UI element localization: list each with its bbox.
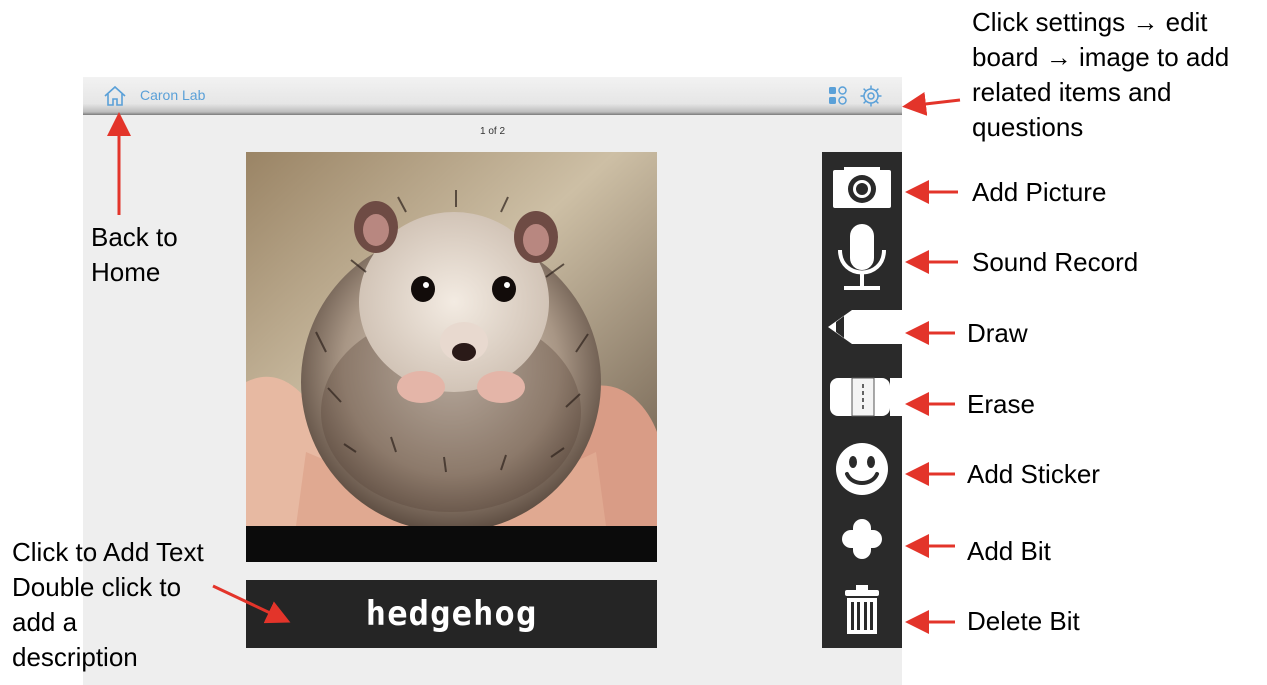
boards-grid-icon[interactable] xyxy=(827,85,849,107)
add-text-note-line: Click to Add Text xyxy=(12,537,204,567)
add-bit-note: Add Bit xyxy=(967,536,1051,566)
add-text-note-line: Double click to xyxy=(12,572,182,602)
app-window: Caron Lab 1 of 2 hedgehog xyxy=(83,77,902,685)
hedgehog-photo xyxy=(246,152,657,532)
add-bit-button[interactable] xyxy=(822,517,902,561)
add-sticker-button[interactable] xyxy=(822,442,902,496)
trash-icon xyxy=(845,585,879,634)
smiley-icon xyxy=(836,443,888,495)
word-label: hedgehog xyxy=(365,594,538,634)
top-bar: Caron Lab xyxy=(83,77,902,115)
back-home-note-line: Home xyxy=(91,257,161,287)
photo-caption-strip xyxy=(246,526,657,562)
delete-bit-button[interactable] xyxy=(822,584,902,636)
tool-sidebar xyxy=(822,152,902,648)
page-indicator: 1 of 2 xyxy=(479,126,506,137)
back-home-note-line: Back to xyxy=(91,222,178,252)
settings-note-line: board → image to add xyxy=(972,42,1230,72)
erase-button[interactable] xyxy=(822,372,902,422)
add-text-note-line: add a xyxy=(12,607,78,637)
settings-note: Click settings → edit board → image to a… xyxy=(972,5,1229,145)
sound-record-button[interactable] xyxy=(822,220,902,294)
settings-note-line: questions xyxy=(972,112,1084,142)
sound-record-note: Sound Record xyxy=(972,247,1139,277)
camera-icon xyxy=(833,167,891,208)
pencil-icon xyxy=(828,310,902,344)
word-label-field[interactable]: hedgehog xyxy=(246,580,657,648)
back-home-note: Back to Home xyxy=(91,220,178,290)
add-text-note-line: description xyxy=(12,642,138,672)
add-picture-note: Add Picture xyxy=(972,177,1107,207)
app-title: Caron Lab xyxy=(140,87,206,103)
erase-note: Erase xyxy=(967,389,1035,419)
plus-icon xyxy=(842,519,882,559)
microphone-icon xyxy=(838,224,886,290)
eraser-icon xyxy=(830,377,902,417)
add-picture-button[interactable] xyxy=(822,164,902,210)
draw-note: Draw xyxy=(967,318,1028,348)
settings-gear-icon[interactable] xyxy=(859,84,883,108)
delete-bit-note: Delete Bit xyxy=(967,606,1080,636)
board-picture[interactable] xyxy=(246,152,657,562)
home-icon[interactable] xyxy=(103,85,127,107)
settings-note-line: related items and xyxy=(972,77,1172,107)
add-text-note: Click to Add Text Double click to add a … xyxy=(12,535,204,675)
add-sticker-note: Add Sticker xyxy=(967,459,1100,489)
settings-note-line: Click settings → edit xyxy=(972,7,1208,37)
